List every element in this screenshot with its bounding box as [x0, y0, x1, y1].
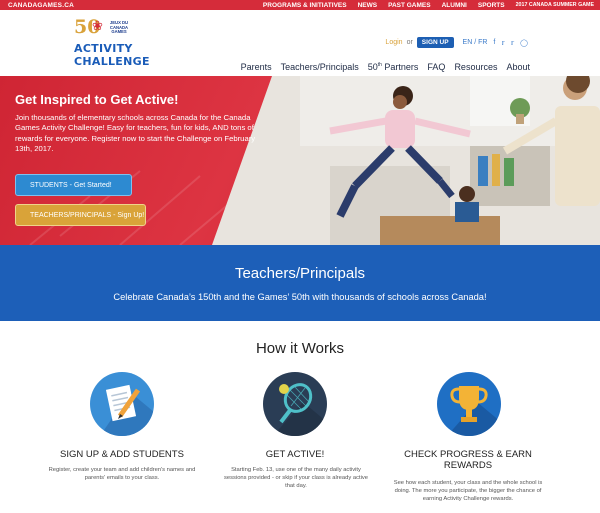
- nav-faq[interactable]: FAQ: [427, 62, 445, 72]
- top-link-summer-games[interactable]: 2017 CANADA SUMMER GAME: [516, 2, 594, 8]
- hero-title: Get Inspired to Get Active!: [15, 92, 179, 107]
- logo-word-challenge: CHALLENGE: [74, 55, 150, 68]
- step-title-check-progress-line2: REWARDS: [443, 460, 493, 471]
- language-toggle[interactable]: EN / FR: [463, 39, 488, 46]
- how-title: How it Works: [255, 340, 345, 357]
- nav-parents[interactable]: Parents: [241, 62, 272, 72]
- tennis-racket-icon: [263, 372, 327, 436]
- utility-bar: Login or SIGN UP EN / FR f 𝕣 𝕣 ◯: [385, 37, 528, 48]
- nav-partners-number: 50: [367, 62, 378, 72]
- top-bar: CANADAGAMES.CA PROGRAMS & INITIATIVES NE…: [0, 0, 600, 10]
- how-it-works-section: How it Works SIGN UP & ADD STUDENTS GET …: [0, 321, 600, 513]
- logo-games-text: JEUX DU CANADA GAMES: [109, 20, 129, 35]
- trophy-icon: [437, 372, 501, 436]
- nav-about[interactable]: About: [506, 62, 530, 72]
- top-link-news[interactable]: NEWS: [358, 2, 378, 9]
- band-title: Teachers/Principals: [234, 265, 366, 282]
- top-nav: PROGRAMS & INITIATIVES NEWS PAST GAMES A…: [263, 2, 594, 9]
- top-link-alumni[interactable]: ALUMNI: [442, 2, 467, 9]
- teachers-band: Teachers/Principals Celebrate Canada’s 1…: [0, 245, 600, 321]
- step-title-check-progress: CHECK PROGRESS & EARN REWARDS: [378, 449, 558, 471]
- top-link-sports[interactable]: SPORTS: [478, 2, 505, 9]
- notepad-pencil-icon: [90, 372, 154, 436]
- top-link-programs[interactable]: PROGRAMS & INITIATIVES: [263, 2, 347, 9]
- instagram-icon[interactable]: ◯: [520, 39, 528, 47]
- twitter-icon[interactable]: 𝕣: [501, 39, 504, 47]
- maple-leaf-icon: ❀: [92, 18, 103, 33]
- nav-teachers[interactable]: Teachers/Principals: [281, 62, 359, 72]
- hero-banner: Get Inspired to Get Active! Join thousan…: [0, 76, 600, 245]
- or-text: or: [406, 39, 413, 46]
- hero-body: Join thousands of elementary schools acr…: [15, 113, 256, 153]
- step-desc-get-active: Starting Feb. 13, use one of the many da…: [223, 467, 368, 489]
- main-nav: Parents Teachers/Principals 50th Partner…: [232, 62, 530, 72]
- step-desc-sign-up: Register, create your team and add child…: [48, 467, 196, 481]
- facebook-icon[interactable]: f: [493, 39, 495, 46]
- nav-partners[interactable]: 50th Partners: [368, 62, 419, 72]
- teachers-sign-up-button[interactable]: TEACHERS/PRINCIPALS - Sign Up!: [15, 204, 146, 226]
- signup-button[interactable]: SIGN UP: [416, 37, 454, 48]
- activity-challenge-logo[interactable]: 50 ❀ JEUX DU CANADA GAMES ACTIVITY CHALL…: [72, 14, 150, 72]
- site-header: 50 ❀ JEUX DU CANADA GAMES ACTIVITY CHALL…: [0, 10, 600, 76]
- band-subtitle: Celebrate Canada’s 150th and the Games’ …: [113, 292, 487, 302]
- canadagames-link[interactable]: CANADAGAMES.CA: [8, 2, 74, 9]
- nav-resources[interactable]: Resources: [454, 62, 497, 72]
- step-title-get-active: GET ACTIVE!: [265, 449, 325, 460]
- twitter-icon[interactable]: 𝕣: [511, 39, 514, 47]
- step-title-check-progress-line1: CHECK PROGRESS & EARN: [404, 449, 532, 460]
- step-title-sign-up: SIGN UP & ADD STUDENTS: [60, 449, 184, 460]
- nav-partners-label: Partners: [381, 62, 419, 72]
- login-link[interactable]: Login: [385, 39, 402, 46]
- logo-word-activity: ACTIVITY: [74, 42, 133, 55]
- step-desc-check-progress: See how each student, your class and the…: [393, 480, 543, 502]
- students-get-started-button[interactable]: STUDENTS - Get Started!: [15, 174, 132, 196]
- top-link-past-games[interactable]: PAST GAMES: [388, 2, 431, 9]
